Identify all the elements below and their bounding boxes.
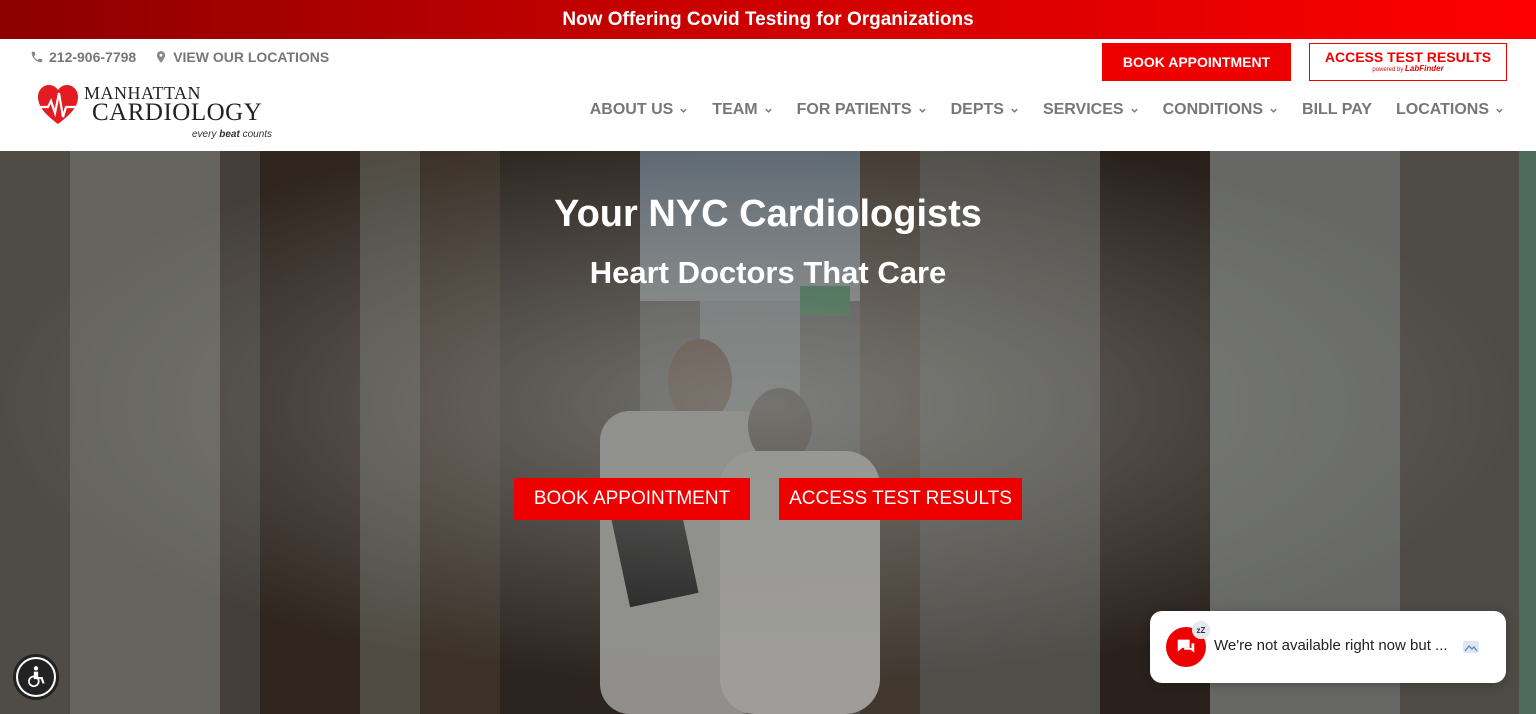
contact-bar: 212-906-7798 VIEW OUR LOCATIONS: [30, 49, 329, 65]
hero-subtitle: Heart Doctors That Care: [589, 255, 947, 290]
locations-link-label[interactable]: VIEW OUR LOCATIONS: [173, 49, 329, 65]
nav-item-label: SERVICES: [1042, 101, 1124, 118]
locations-link[interactable]: VIEW OUR LOCATIONS: [154, 49, 329, 65]
accessibility-button[interactable]: [13, 654, 59, 700]
nav-item-label: TEAM: [712, 101, 758, 118]
accessibility-icon: [18, 659, 54, 695]
heart-logo-icon: [38, 85, 78, 124]
nav-item-label: FOR PATIENTS: [796, 101, 912, 118]
nav-item-about-us[interactable]: ABOUT US: [590, 101, 689, 119]
access-test-results-label: ACCESS TEST RESULTS: [1324, 49, 1492, 65]
powered-by-labfinder: powered by LabFinder: [1372, 64, 1444, 74]
promo-banner[interactable]: Now Offering Covid Testing for Organizat…: [0, 0, 1536, 39]
nav-item-conditions[interactable]: CONDITIONS: [1163, 101, 1278, 119]
chat-message[interactable]: We're not available right now but ...: [1214, 637, 1448, 654]
site-header: 212-906-7798 VIEW OUR LOCATIONS MANHATTA…: [0, 39, 1536, 151]
nav-item-label: CONDITIONS: [1162, 101, 1264, 118]
nav-item-label: DEPTS: [950, 101, 1004, 118]
phone-number[interactable]: 212-906-7798: [49, 49, 136, 65]
hero-title: Your NYC Cardiologists: [554, 193, 982, 235]
nav-item-locations[interactable]: LOCATIONS: [1396, 101, 1504, 119]
nav-item-services[interactable]: SERVICES: [1043, 101, 1139, 119]
logo-tagline: every beat counts: [192, 129, 273, 140]
chevron-down-icon: [1496, 108, 1503, 113]
chevron-down-icon: [764, 108, 772, 113]
promo-text[interactable]: Now Offering Covid Testing for Organizat…: [562, 9, 973, 31]
main-nav: ABOUT US TEAM FOR PATIENTS DEPTS SERVICES CON…: [590, 101, 1504, 119]
image-icon[interactable]: [1462, 640, 1480, 654]
chevron-down-icon: [918, 108, 926, 113]
chevron-down-icon: [680, 108, 688, 113]
book-appointment-button[interactable]: BOOK APPOINTMENT: [1102, 43, 1291, 81]
nav-item-for-patients[interactable]: FOR PATIENTS: [797, 101, 927, 119]
map-pin-icon: [157, 51, 166, 63]
chat-widget[interactable]: zZ We're not available right now but ...: [1150, 611, 1506, 683]
nav-item-bill-pay[interactable]: BILL PAY: [1302, 101, 1372, 119]
site-logo[interactable]: MANHATTAN CARDIOLOGY every beat counts: [36, 81, 286, 143]
hero-access-test-results-button[interactable]: ACCESS TEST RESULTS: [779, 478, 1022, 520]
nav-item-label: LOCATIONS: [1395, 101, 1489, 118]
chevron-down-icon: [1270, 108, 1277, 113]
nav-item-label: ABOUT US: [589, 101, 674, 118]
phone-link[interactable]: 212-906-7798: [30, 49, 136, 65]
access-test-results-button[interactable]: ACCESS TEST RESULTS powered by LabFinder: [1309, 43, 1507, 81]
nav-item-team[interactable]: TEAM: [712, 101, 772, 119]
phone-icon: [31, 51, 43, 63]
chevron-down-icon: [1011, 108, 1018, 113]
nav-item-depts[interactable]: DEPTS: [951, 101, 1019, 119]
chevron-down-icon: [1130, 108, 1138, 113]
away-status-badge: zZ: [1192, 621, 1210, 639]
hero-book-appointment-button[interactable]: BOOK APPOINTMENT: [514, 478, 750, 520]
logo-line2: CARDIOLOGY: [92, 99, 263, 126]
nav-item-label: BILL PAY: [1302, 101, 1372, 118]
